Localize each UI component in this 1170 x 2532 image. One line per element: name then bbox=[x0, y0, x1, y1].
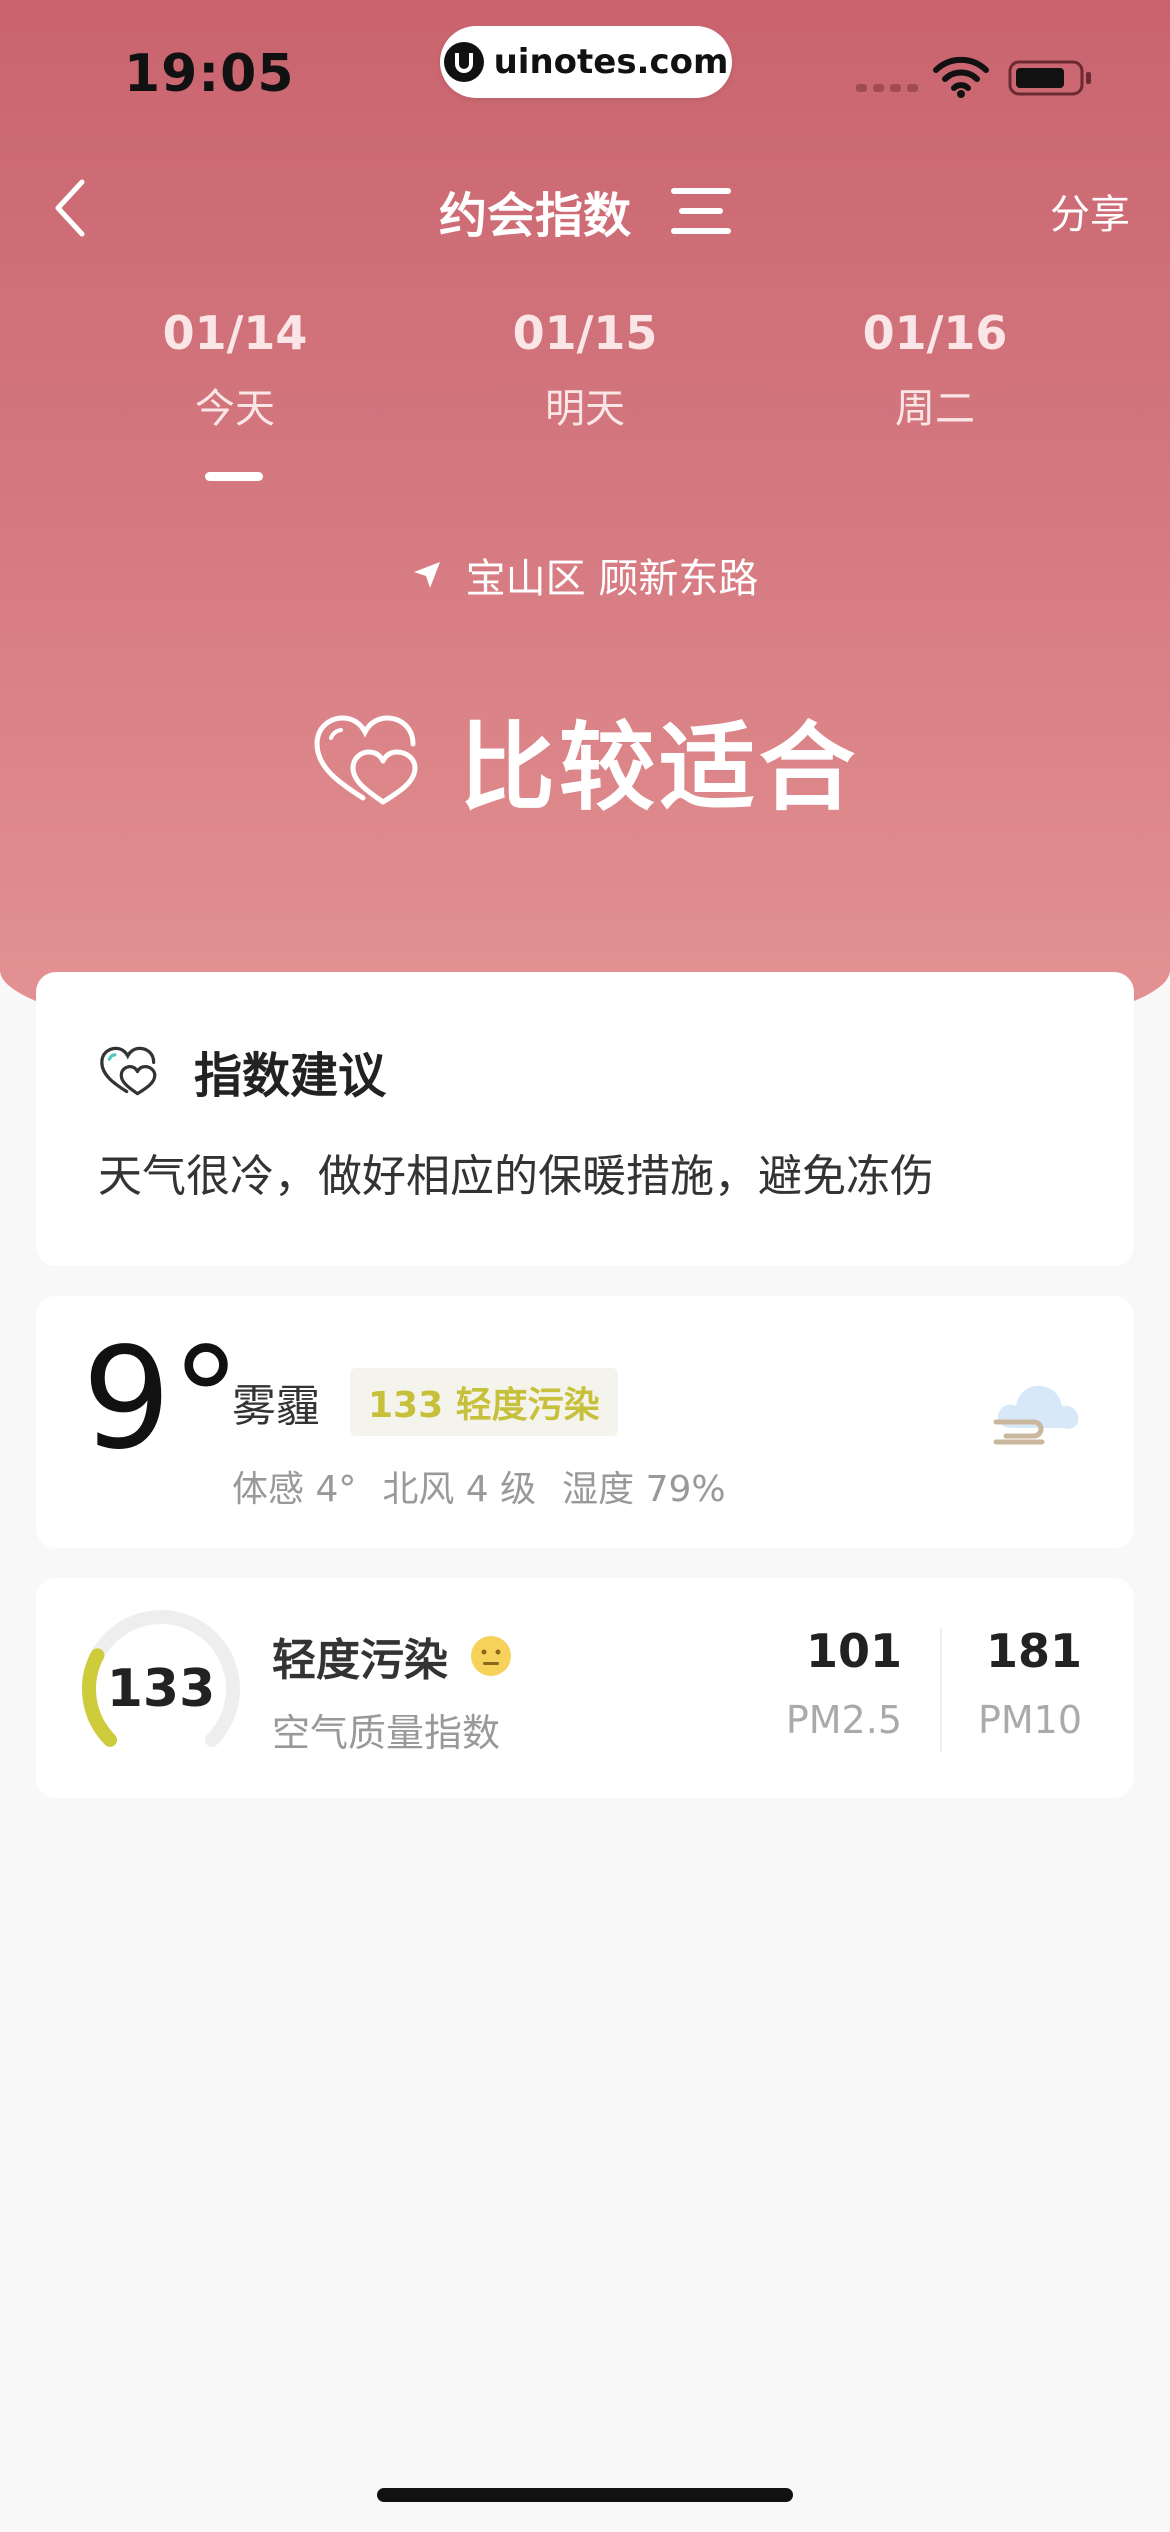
aqi-badge: 133 轻度污染 bbox=[350, 1368, 618, 1436]
pm25-block: 101 PM2.5 bbox=[786, 1624, 902, 1742]
advice-text: 天气很冷，做好相应的保暖措施，避免冻伤 bbox=[98, 1151, 934, 1202]
aqi-label: 空气质量指数 bbox=[272, 1711, 501, 1755]
condition-row: 雾霾 133 轻度污染 bbox=[232, 1368, 618, 1436]
status-time: 19:05 bbox=[124, 44, 295, 104]
aqi-level-row: 轻度污染 bbox=[272, 1624, 512, 1688]
tab-date-label: 01/14 bbox=[162, 306, 308, 360]
tab-date-label: 01/16 bbox=[862, 306, 1008, 360]
verdict-text: 比较适合 bbox=[459, 712, 859, 824]
advice-card: 指数建议 天气很冷，做好相应的保暖措施，避免冻伤 bbox=[36, 972, 1134, 1266]
hero-background bbox=[0, 0, 1170, 1060]
page-title: 约会指数 bbox=[438, 188, 631, 244]
advice-title: 指数建议 bbox=[194, 1048, 387, 1104]
pm25-value: 101 bbox=[805, 1624, 902, 1678]
neutral-face-icon bbox=[471, 1636, 511, 1676]
location-arrow-icon bbox=[413, 562, 440, 588]
menu-icon bbox=[671, 188, 731, 234]
pm10-label: PM10 bbox=[977, 1698, 1082, 1742]
weather-details: 体感 4° 北风 4 级 湿度 79% bbox=[232, 1460, 726, 1512]
share-button[interactable]: 分享 bbox=[1050, 182, 1130, 240]
tab-date-1[interactable]: 01/15 明天 bbox=[435, 306, 735, 434]
location-row[interactable]: 宝山区 顾新东路 bbox=[0, 546, 1170, 604]
aqi-gauge-value: 133 bbox=[106, 1659, 216, 1719]
wind: 北风 4 级 bbox=[382, 1469, 537, 1510]
home-indicator bbox=[377, 2488, 793, 2502]
tab-day-label: 今天 bbox=[195, 386, 275, 432]
pm10-block: 181 PM10 bbox=[978, 1624, 1082, 1742]
double-heart-icon bbox=[314, 714, 418, 804]
weather-card[interactable]: 9° 雾霾 133 轻度污染 体感 4° 北风 4 级 湿度 79% bbox=[36, 1296, 1134, 1548]
back-chevron-icon[interactable] bbox=[44, 176, 100, 240]
humidity: 湿度 79% bbox=[562, 1469, 726, 1510]
tab-selected-indicator bbox=[205, 472, 263, 481]
tab-date-0[interactable]: 01/14 今天 bbox=[85, 306, 385, 434]
condition-name: 雾霾 bbox=[232, 1381, 320, 1432]
temperature: 9° bbox=[82, 1318, 242, 1481]
aqi-card[interactable]: 133 轻度污染 空气质量指数 101 PM2.5 181 PM10 bbox=[36, 1578, 1134, 1798]
tab-date-2[interactable]: 01/16 周二 bbox=[785, 306, 1085, 434]
location-text: 宝山区 顾新东路 bbox=[465, 556, 759, 602]
aqi-level: 轻度污染 bbox=[272, 1635, 448, 1686]
url-text: uinotes.com bbox=[493, 42, 729, 82]
wifi-icon bbox=[933, 56, 989, 98]
site-logo-icon bbox=[443, 42, 484, 82]
tab-day-label: 明天 bbox=[545, 386, 625, 432]
pm10-value: 181 bbox=[985, 1624, 1082, 1678]
url-pill[interactable]: uinotes.com bbox=[440, 26, 732, 98]
tab-date-label: 01/15 bbox=[512, 306, 658, 360]
double-heart-icon bbox=[100, 1046, 157, 1096]
pm25-label: PM2.5 bbox=[785, 1698, 902, 1742]
battery-icon bbox=[1008, 60, 1091, 96]
feels-like: 体感 4° bbox=[232, 1469, 357, 1510]
pm-divider bbox=[940, 1628, 942, 1752]
tab-day-label: 周二 bbox=[895, 386, 975, 432]
nav-title-button[interactable]: 约会指数 bbox=[439, 176, 731, 246]
haze-cloud-icon bbox=[993, 1385, 1079, 1445]
cellular-signal-icon bbox=[856, 84, 918, 92]
verdict-row: 比较适合 bbox=[0, 690, 1170, 829]
advice-header: 指数建议 bbox=[98, 1036, 386, 1106]
